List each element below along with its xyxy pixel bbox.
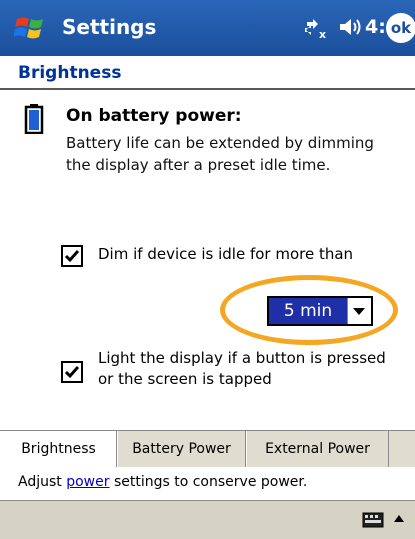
footer-prefix: Adjust [18,474,67,490]
footer-hint: Adjust power settings to conserve power. [18,472,307,492]
page-title: Brightness [18,63,122,83]
dropdown-arrow[interactable] [347,298,371,324]
light-checkbox[interactable] [61,361,83,383]
section-heading: On battery power: [66,106,242,126]
app-title: Settings [62,15,157,39]
idle-timeout-dropdown[interactable]: 5 min [267,296,373,326]
power-link[interactable]: power [66,474,109,490]
title-bar: Settings x 4:40 ok [0,0,415,56]
checkmark-icon [64,250,80,263]
idle-timeout-value[interactable]: 5 min [269,298,347,324]
tab-brightness[interactable]: Brightness [0,431,117,467]
dim-checkbox[interactable] [61,245,83,267]
title-divider [0,88,415,90]
connectivity-icon[interactable]: x [301,14,329,40]
footer-suffix: settings to conserve power. [109,474,308,490]
dim-checkbox-label[interactable]: Dim if device is idle for more than [98,243,353,265]
command-bar [0,500,415,539]
input-menu-arrow-icon[interactable] [392,510,406,528]
battery-icon [24,104,44,134]
tab-external-power[interactable]: External Power [246,431,389,467]
ok-button[interactable]: ok [386,13,415,43]
checkmark-icon [64,366,80,379]
svg-text:x: x [319,28,326,40]
tab-battery-power[interactable]: Battery Power [117,431,246,467]
speaker-icon[interactable] [337,14,363,40]
section-description: Battery life can be extended by dimming … [66,134,374,174]
chevron-down-icon [353,308,365,315]
windows-flag-icon[interactable] [14,13,48,43]
light-checkbox-label[interactable]: Light the display if a button is pressed… [98,348,398,390]
tab-strip: Brightness Battery Power External Power [0,430,415,467]
keyboard-icon[interactable] [362,512,384,528]
